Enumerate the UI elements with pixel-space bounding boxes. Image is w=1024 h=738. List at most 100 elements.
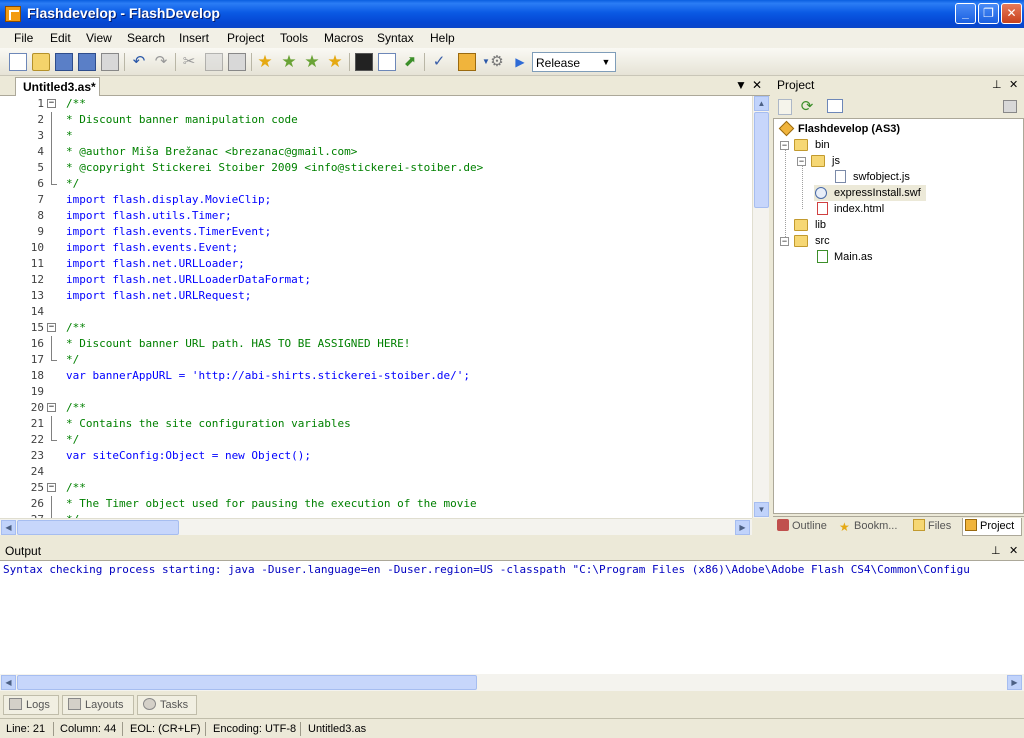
code-line: 21 * Contains the site configuration vari…: [30, 416, 351, 432]
editor-vertical-scrollbar[interactable]: ▲ ▼: [752, 96, 769, 518]
new-file-icon[interactable]: [9, 53, 27, 71]
build-configuration-select[interactable]: Release ▼: [532, 52, 616, 72]
menu-view[interactable]: View: [86, 31, 112, 45]
properties-icon[interactable]: [827, 99, 843, 113]
refresh-icon[interactable]: ⟳: [798, 98, 816, 116]
editor-horizontal-scrollbar[interactable]: ◀ ▶: [0, 518, 752, 535]
project-settings-gear-icon[interactable]: ⚙: [488, 53, 506, 71]
code-editor[interactable]: 1−/** 2 * Discount banner manipulation co…: [0, 96, 752, 518]
chevron-down-icon[interactable]: ▼: [599, 54, 613, 70]
close-tab-icon[interactable]: ✕: [752, 78, 762, 92]
restore-button[interactable]: ❐: [978, 3, 999, 24]
code-line: 15−/**: [30, 321, 86, 334]
tab-untitled3[interactable]: Untitled3.as*: [15, 77, 100, 96]
tab-project[interactable]: Project: [962, 518, 1022, 536]
as-file-icon: [817, 250, 828, 263]
tab-outline[interactable]: Outline: [777, 518, 839, 536]
scroll-up-icon[interactable]: ▲: [754, 96, 769, 111]
redo-icon[interactable]: ↷: [152, 53, 170, 71]
menu-insert[interactable]: Insert: [179, 31, 209, 45]
check-syntax-icon[interactable]: ✓: [430, 53, 448, 71]
previous-bookmark-icon[interactable]: ★: [303, 53, 321, 71]
test-movie-play-icon[interactable]: ▶: [511, 53, 529, 71]
editor-vertical-scroll-thumb[interactable]: [754, 112, 769, 208]
menu-macros[interactable]: Macros: [324, 31, 363, 45]
output-text-area[interactable]: Syntax checking process starting: java -…: [0, 560, 1024, 674]
command-prompt-icon[interactable]: [355, 53, 373, 71]
status-separator: [205, 722, 206, 736]
outline-icon: [777, 519, 789, 531]
project-icon: [778, 120, 795, 137]
code-line: 11 import flash.net.URLLoader;: [30, 257, 245, 270]
toggle-panel-icon[interactable]: [378, 53, 396, 71]
minimize-button[interactable]: _: [955, 3, 976, 24]
menu-tools[interactable]: Tools: [280, 31, 308, 45]
collapse-icon[interactable]: −: [797, 157, 806, 166]
project-tree: Flashdevelop (AS3) − bin − js swfobject.…: [773, 118, 1024, 514]
project-tools-icon[interactable]: [1003, 100, 1017, 113]
tab-list-dropdown-icon[interactable]: ▼: [735, 78, 747, 92]
status-filename: Untitled3.as: [308, 723, 367, 735]
project-tab-icon: [965, 519, 977, 531]
flashdevelop-app-icon[interactable]: [5, 6, 21, 22]
tab-layouts[interactable]: Layouts: [62, 695, 134, 715]
close-window-button[interactable]: ✕: [1001, 3, 1022, 24]
copy-icon[interactable]: [205, 53, 223, 71]
code-line: 9 import flash.events.TimerEvent;: [37, 225, 272, 238]
tasks-icon: [143, 698, 156, 710]
editor-horizontal-scroll-thumb[interactable]: [17, 520, 179, 535]
pin-icon[interactable]: ⊥: [992, 78, 1002, 91]
scroll-right-icon[interactable]: ▶: [735, 520, 750, 535]
tree-item-expressinstall-swf[interactable]: expressInstall.swf: [814, 185, 926, 201]
scroll-left-icon[interactable]: ◀: [1, 520, 16, 535]
close-panel-icon[interactable]: ✕: [1009, 78, 1018, 91]
script-file-icon: [835, 170, 846, 183]
folder-icon: [794, 235, 808, 247]
pin-icon[interactable]: ⊥: [991, 544, 1001, 557]
menu-syntax[interactable]: Syntax: [377, 31, 414, 45]
tab-bookmarks[interactable]: ★ Bookm...: [839, 518, 911, 536]
code-line: 20−/**: [30, 401, 86, 414]
tab-logs[interactable]: Logs: [3, 695, 59, 715]
tree-guide-line: [785, 141, 786, 245]
paste-icon[interactable]: [228, 53, 246, 71]
clear-bookmarks-icon[interactable]: ★: [326, 53, 344, 71]
output-horizontal-scrollbar[interactable]: ◀ ▶: [0, 674, 1024, 691]
code-line: 4 * @author Miša Brežanac <brezanac@gmail…: [37, 144, 358, 160]
insert-snippet-icon[interactable]: ⬈: [401, 53, 419, 71]
open-file-icon[interactable]: [32, 53, 50, 71]
collapse-icon[interactable]: −: [780, 141, 789, 150]
undo-icon[interactable]: ↶: [130, 53, 148, 71]
toolbar-separator: [251, 53, 252, 71]
status-separator: [53, 722, 54, 736]
toggle-bookmark-icon[interactable]: ★: [256, 53, 274, 71]
menu-search[interactable]: Search: [127, 31, 165, 45]
new-item-icon[interactable]: [778, 99, 792, 115]
code-line: 24: [30, 465, 44, 478]
print-icon[interactable]: [101, 53, 119, 71]
code-line: 12 import flash.net.URLLoaderDataFormat;: [30, 273, 312, 286]
menu-help[interactable]: Help: [430, 31, 455, 45]
save-icon[interactable]: [55, 53, 73, 71]
build-project-icon[interactable]: [458, 53, 476, 71]
next-bookmark-icon[interactable]: ★: [280, 53, 298, 71]
tab-tasks[interactable]: Tasks: [137, 695, 197, 715]
collapse-icon[interactable]: −: [780, 237, 789, 246]
project-toolbar: ⟳: [773, 96, 1024, 118]
scroll-down-icon[interactable]: ▼: [754, 502, 769, 517]
close-panel-icon[interactable]: ✕: [1009, 544, 1018, 557]
menu-bar: File Edit View Search Insert Project Too…: [0, 28, 1024, 48]
output-horizontal-scroll-thumb[interactable]: [17, 675, 477, 690]
scroll-right-icon[interactable]: ▶: [1007, 675, 1022, 690]
tab-files[interactable]: Files: [913, 518, 963, 536]
menu-edit[interactable]: Edit: [50, 31, 71, 45]
save-all-icon[interactable]: [78, 53, 96, 71]
code-line: 5 * @copyright Stickerei Stoiber 2009 <in…: [37, 160, 484, 176]
menu-project[interactable]: Project: [227, 31, 264, 45]
cut-icon[interactable]: ✂: [180, 53, 198, 71]
menu-file[interactable]: File: [14, 31, 33, 45]
status-bar: Line: 21 Column: 44 EOL: (CR+LF) Encodin…: [0, 718, 1024, 738]
bottom-panel-tabs: Logs Layouts Tasks: [0, 693, 1024, 717]
scroll-left-icon[interactable]: ◀: [1, 675, 16, 690]
main-toolbar: ↶ ↷ ✂ ★ ★ ★ ★ ⬈ ✓ ▼ ⚙ ▶: [0, 48, 1024, 76]
